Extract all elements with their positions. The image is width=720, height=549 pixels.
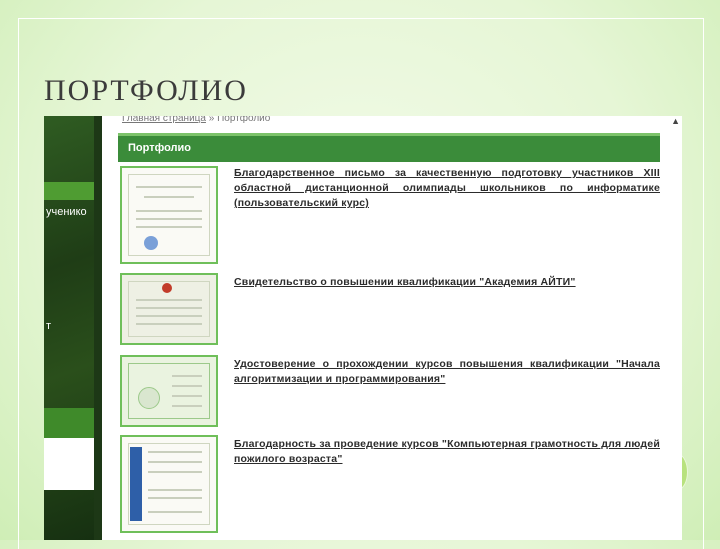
breadcrumb-separator: » xyxy=(208,116,215,124)
slide-title: ПОРТФОЛИО xyxy=(44,74,248,107)
certificate-thumbnail[interactable] xyxy=(120,166,218,264)
portfolio-item-link[interactable]: Благодарность за проведение курсов "Комп… xyxy=(234,437,660,467)
menu-bar-bottom xyxy=(44,408,94,438)
portfolio-item: Удостоверение о прохождении курсов повыш… xyxy=(120,355,660,427)
portfolio-page: Главная страница » Портфолио ▲ Портфолио… xyxy=(102,116,682,540)
portfolio-item: Благодарственное письмо за качественную … xyxy=(120,166,660,264)
certificate-thumbnail[interactable] xyxy=(120,355,218,427)
portfolio-item-link[interactable]: Благодарственное письмо за качественную … xyxy=(234,166,660,211)
breadcrumb: Главная страница » Портфолио xyxy=(122,116,270,124)
certificate-thumbnail[interactable] xyxy=(120,435,218,533)
breadcrumb-home-link[interactable]: Главная страница xyxy=(122,116,206,124)
website-screenshot: ученико т Главная страница » Портфолио ▲… xyxy=(44,116,682,540)
breadcrumb-current: Портфолио xyxy=(217,116,271,124)
portfolio-item: Свидетельство о повышении квалификации "… xyxy=(120,273,660,345)
menu-bar-top xyxy=(44,182,94,200)
section-header-title: Портфолио xyxy=(128,142,191,154)
scroll-up-arrow-icon[interactable]: ▲ xyxy=(671,116,680,126)
section-header: Портфолио xyxy=(118,133,660,162)
portfolio-item: Благодарность за проведение курсов "Комп… xyxy=(120,435,660,533)
portfolio-item-link[interactable]: Свидетельство о повышении квалификации "… xyxy=(234,275,660,290)
divider-strip xyxy=(94,116,102,540)
left-dark-panel: ученико т xyxy=(44,116,94,540)
panel-white-block xyxy=(44,438,94,490)
cropped-menu-text-2[interactable]: т xyxy=(46,320,51,332)
portfolio-item-link[interactable]: Удостоверение о прохождении курсов повыш… xyxy=(234,357,660,387)
certificate-thumbnail[interactable] xyxy=(120,273,218,345)
cropped-menu-text[interactable]: ученико xyxy=(46,206,87,218)
